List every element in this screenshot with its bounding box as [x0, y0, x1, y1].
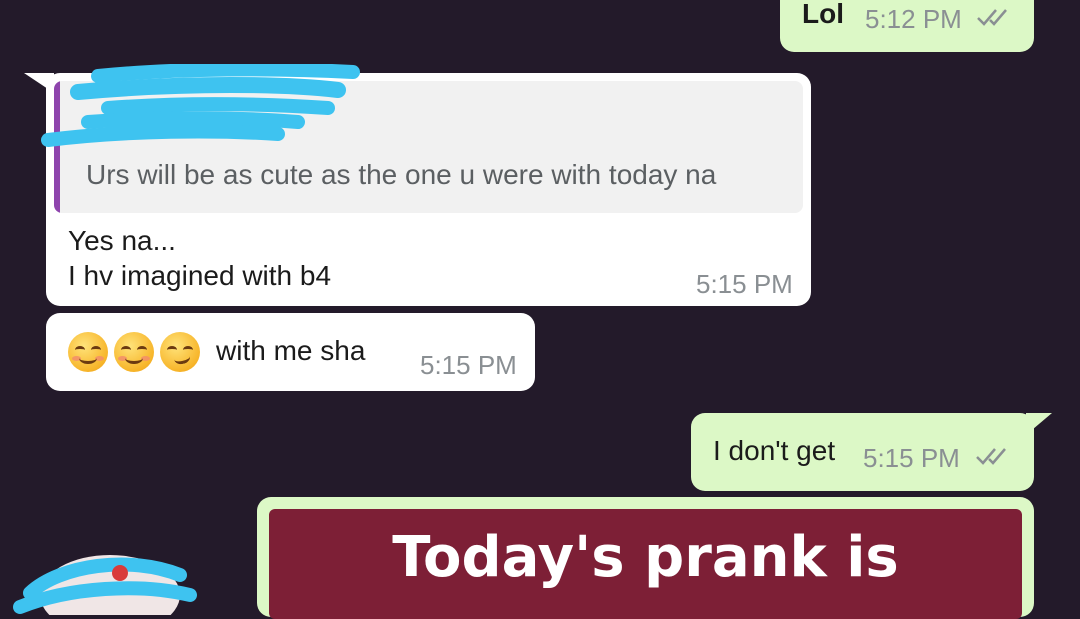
image-card-text: Today's prank is	[392, 525, 899, 590]
bubble-tail	[1026, 413, 1052, 435]
message-text: Lol	[802, 0, 844, 29]
smiling-face-emoji	[68, 332, 108, 372]
message-time: 5:15 PM	[863, 443, 960, 473]
message-bubble-dont-get[interactable]: I don't get 5:15 PM	[691, 413, 1052, 491]
message-text-line-2: I hv imagined with b4	[68, 260, 332, 291]
message-text-line-1: Yes na...	[68, 225, 176, 256]
message-time: 5:12 PM	[865, 4, 962, 34]
message-bubble-lol[interactable]: Lol 5:12 PM	[780, 0, 1034, 52]
smirking-face-emoji	[160, 332, 200, 372]
message-text: I don't get	[713, 435, 836, 466]
double-check-icon	[976, 448, 1006, 465]
smiling-face-emoji	[114, 332, 154, 372]
sticker-image[interactable]	[0, 535, 200, 615]
message-time: 5:15 PM	[696, 269, 793, 299]
image-card[interactable]: Today's prank is	[269, 509, 1022, 619]
message-time: 5:15 PM	[420, 350, 517, 380]
message-bubble-emoji[interactable]: with me sha 5:15 PM	[46, 313, 535, 391]
redaction-scribble	[41, 64, 360, 147]
message-text: with me sha	[216, 335, 366, 366]
quoted-text: Urs will be as cute as the one u were wi…	[86, 159, 717, 190]
message-bubble-image[interactable]: Today's prank is	[257, 497, 1034, 619]
double-check-icon	[977, 9, 1007, 26]
